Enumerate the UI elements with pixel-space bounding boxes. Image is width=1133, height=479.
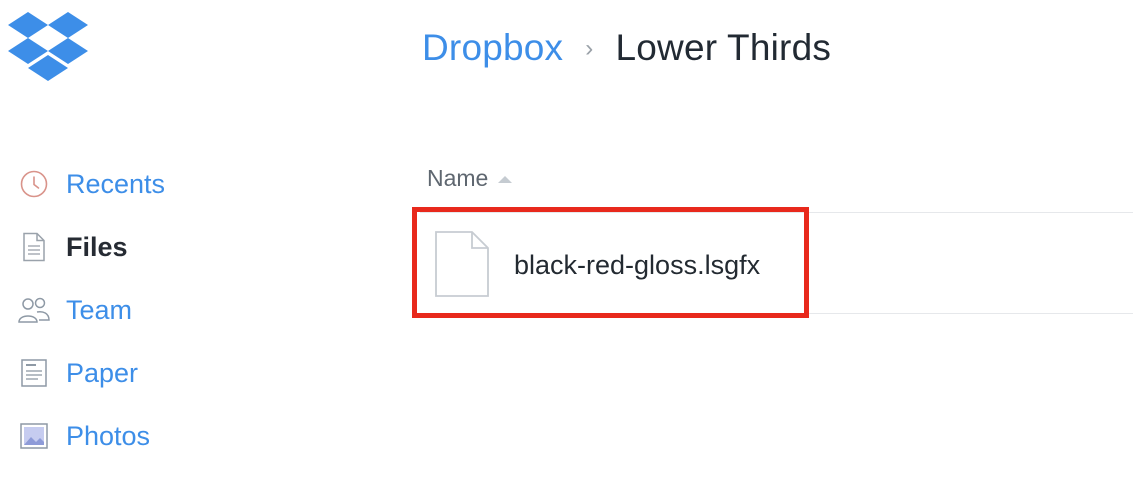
breadcrumb-separator-icon: › bbox=[585, 35, 594, 62]
file-name: black-red-gloss.lsgfx bbox=[514, 250, 761, 280]
sidebar-item-paper[interactable]: Paper bbox=[14, 353, 234, 393]
page-title: Lower Thirds bbox=[615, 27, 832, 68]
column-header-label: Name bbox=[427, 164, 489, 191]
sidebar-item-photos[interactable]: Photos bbox=[14, 416, 234, 456]
dropbox-logo[interactable] bbox=[8, 12, 88, 86]
file-row[interactable]: black-red-gloss.lsgfx bbox=[420, 213, 1133, 313]
file-icon bbox=[434, 230, 490, 298]
column-header-name[interactable]: Name bbox=[427, 160, 513, 196]
sidebar-item-recents[interactable]: Recents bbox=[14, 164, 234, 204]
dropbox-logo-icon bbox=[8, 12, 88, 81]
paper-icon bbox=[14, 353, 54, 393]
sidebar: Recents Files Team Paper Photos bbox=[14, 164, 234, 479]
sidebar-item-team[interactable]: Team bbox=[14, 290, 234, 330]
list-divider-bottom bbox=[420, 313, 1133, 314]
sort-up-icon bbox=[498, 175, 513, 183]
sidebar-item-label: Team bbox=[66, 294, 133, 325]
sidebar-item-files[interactable]: Files bbox=[14, 227, 234, 267]
sidebar-item-label: Recents bbox=[66, 168, 166, 199]
breadcrumb-root-link[interactable]: Dropbox bbox=[422, 27, 563, 69]
breadcrumb: Dropbox › Lower Thirds bbox=[422, 26, 831, 70]
photos-icon bbox=[14, 416, 54, 456]
sidebar-item-label: Paper bbox=[66, 357, 139, 388]
sidebar-item-label: Files bbox=[66, 231, 128, 262]
team-icon bbox=[14, 290, 54, 330]
sidebar-item-label: Photos bbox=[66, 420, 151, 451]
file-icon bbox=[14, 227, 54, 267]
clock-icon bbox=[14, 164, 54, 204]
